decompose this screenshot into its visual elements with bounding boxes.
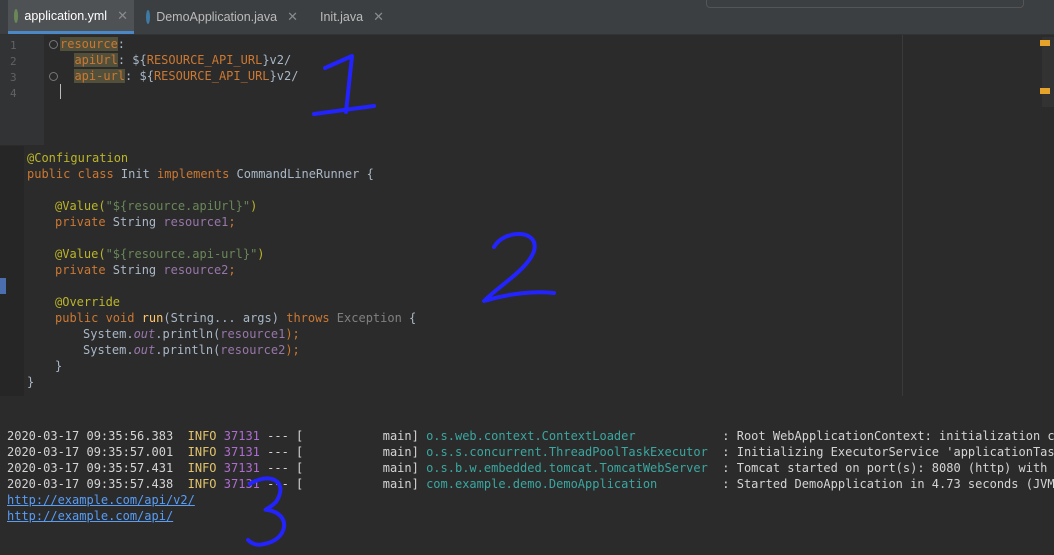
- tab-init-java[interactable]: Init.java ✕: [308, 0, 390, 34]
- yaml-text: : ${: [125, 69, 154, 83]
- tab-demoapplication-java[interactable]: DemoApplication.java ✕: [140, 0, 304, 34]
- java-line: private String resource2;: [55, 263, 236, 277]
- run-console[interactable]: 2020-03-17 09:35:56.383 INFO 37131 --- […: [0, 396, 1054, 555]
- spring-class-icon: [146, 10, 151, 24]
- tab-application-yml[interactable]: application.yml ✕: [8, 0, 134, 34]
- yaml-line-2: apiUrl: ${RESOURCE_API_URL}v2/: [60, 53, 291, 67]
- line-number: 4: [10, 87, 17, 100]
- window-frame-edge: [706, 0, 1024, 8]
- yaml-key: resource: [60, 37, 118, 51]
- java-line: }: [27, 375, 35, 389]
- line-number: 1: [10, 39, 17, 52]
- yaml-env-var: RESOURCE_API_URL: [153, 69, 270, 83]
- tab-label: application.yml: [24, 8, 108, 23]
- yaml-key: apiUrl: [74, 53, 118, 67]
- java-line: @Configuration: [27, 151, 128, 165]
- close-tab-icon[interactable]: ✕: [287, 9, 298, 25]
- selected-panel-indicator: [0, 278, 6, 294]
- project-panel-edge: [0, 146, 24, 396]
- yaml-text: }v2/: [269, 69, 299, 83]
- log-row: 2020-03-17 09:35:57.001 INFO 37131 --- […: [7, 445, 1054, 459]
- text-cursor: [60, 84, 61, 99]
- fold-icon[interactable]: [49, 40, 58, 49]
- java-line: System.out.println(resource1);: [83, 327, 300, 341]
- log-row: 2020-03-17 09:35:56.383 INFO 37131 --- […: [7, 429, 1054, 443]
- warning-stripe-marker[interactable]: [1040, 40, 1050, 46]
- console-link[interactable]: http://example.com/api/v2/: [7, 493, 195, 507]
- java-line: @Value("${resource.api-url}"): [55, 247, 265, 261]
- yaml-line-3: api-url: ${RESOURCE_API_URL}v2/: [60, 69, 298, 83]
- yaml-text: : ${: [117, 53, 147, 67]
- annotation: @Configuration: [27, 151, 129, 165]
- yaml-file-icon: [14, 8, 19, 23]
- java-line: public class Init implements CommandLine…: [27, 167, 374, 181]
- warning-stripe-marker[interactable]: [1040, 88, 1050, 94]
- yaml-text: }v2/: [262, 53, 292, 67]
- line-number: 2: [10, 55, 17, 68]
- tab-label: DemoApplication.java: [156, 10, 278, 24]
- yaml-colon: :: [117, 37, 126, 51]
- close-tab-icon[interactable]: ✕: [373, 9, 384, 25]
- handwritten-number-3: [246, 476, 287, 547]
- java-code-snippet: @Configuration public class Init impleme…: [24, 146, 902, 396]
- fold-icon[interactable]: [49, 72, 58, 81]
- java-line: public void run(String... args) throws E…: [55, 311, 417, 325]
- console-link[interactable]: http://example.com/api/: [7, 509, 173, 523]
- handwritten-number-1: [312, 54, 376, 116]
- tab-label: Init.java: [320, 10, 364, 24]
- yaml-key: api-url: [74, 69, 126, 83]
- log-row: 2020-03-17 09:35:57.438 INFO 37131 --- […: [7, 477, 1054, 491]
- yaml-env-var: RESOURCE_API_URL: [146, 53, 263, 67]
- yaml-line-1: resource:: [60, 37, 125, 51]
- java-line: private String resource1;: [55, 215, 236, 229]
- line-number-gutter: 1 2 3 4: [0, 35, 44, 145]
- java-line: @Override: [55, 295, 121, 309]
- yaml-editor[interactable]: 1 2 3 4 resource: apiUrl: ${RESOURCE_API…: [0, 35, 1054, 145]
- java-line: }: [55, 359, 63, 373]
- java-line: @Value("${resource.apiUrl}"): [55, 199, 258, 213]
- editor-tab-bar: application.yml ✕ DemoApplication.java ✕…: [0, 0, 1054, 35]
- log-row: 2020-03-17 09:35:57.431 INFO 37131 --- […: [7, 461, 1054, 475]
- handwritten-number-2: [482, 232, 556, 303]
- editor-scrollbar[interactable]: [1042, 37, 1054, 107]
- line-number: 3: [10, 71, 17, 84]
- java-line: System.out.println(resource2);: [83, 343, 300, 357]
- close-tab-icon[interactable]: ✕: [117, 8, 128, 24]
